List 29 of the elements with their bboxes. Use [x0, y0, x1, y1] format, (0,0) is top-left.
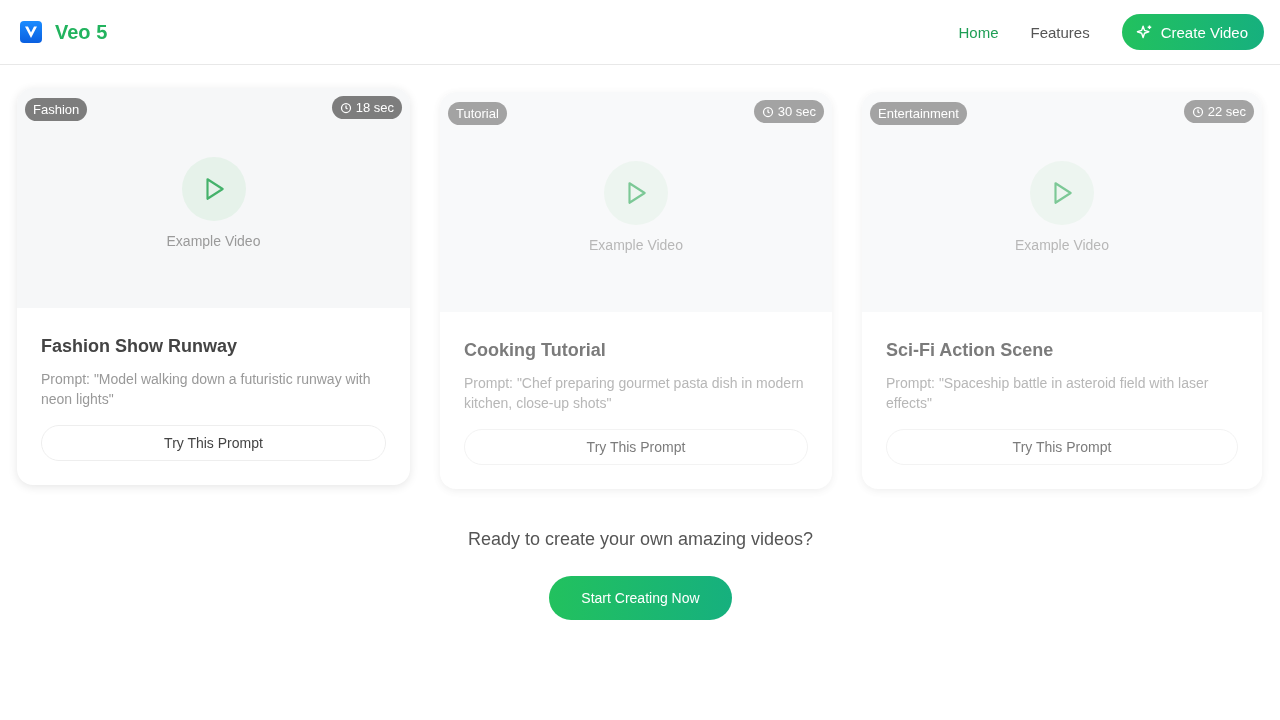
card-title: Sci-Fi Action Scene: [886, 340, 1055, 361]
prompt-text: Prompt: "Spaceship battle in asteroid field with laser effects": [886, 374, 1210, 413]
clock-icon: [761, 105, 774, 118]
card-title: Cooking Tutorial: [464, 340, 607, 361]
logo-icon: [20, 21, 42, 43]
prompt-text: Prompt: "Model walking down a futuristic runway with neon lights": [41, 370, 372, 409]
clock-icon: [339, 101, 352, 114]
duration-badge: 18 sec: [331, 96, 402, 119]
nav-link[interactable]: Features: [1030, 23, 1090, 41]
nav-link[interactable]: Home: [958, 23, 999, 41]
create-video-button[interactable]: Create Video: [1121, 14, 1264, 50]
category-tag: Fashion: [25, 98, 88, 121]
category-tag: Entertainment: [870, 102, 967, 125]
duration-badge: 30 sec: [753, 100, 824, 123]
duration-badge: 22 sec: [1183, 100, 1254, 123]
prompt-text: Prompt: "Chef preparing gourmet pasta dish in modern kitchen, close-up shots": [464, 374, 805, 413]
try-prompt-button[interactable]: Try This Prompt: [886, 429, 1238, 465]
try-prompt-button[interactable]: Try This Prompt: [464, 429, 808, 465]
placeholder-label: Example Video: [166, 233, 261, 249]
start-creating-button[interactable]: Start Creating Now: [549, 576, 732, 620]
placeholder-label: Example Video: [589, 237, 683, 253]
sparkle-icon: [1135, 23, 1153, 41]
logo-text: Veo 5: [55, 20, 108, 44]
category-tag: Tutorial: [448, 102, 507, 125]
card-title: Fashion Show Runway: [41, 336, 238, 357]
placeholder-label: Example Video: [1015, 237, 1109, 253]
cta-question: Ready to create your own amazing videos?: [467, 529, 814, 550]
clock-icon: [1191, 105, 1204, 118]
try-prompt-button[interactable]: Try This Prompt: [41, 425, 386, 461]
